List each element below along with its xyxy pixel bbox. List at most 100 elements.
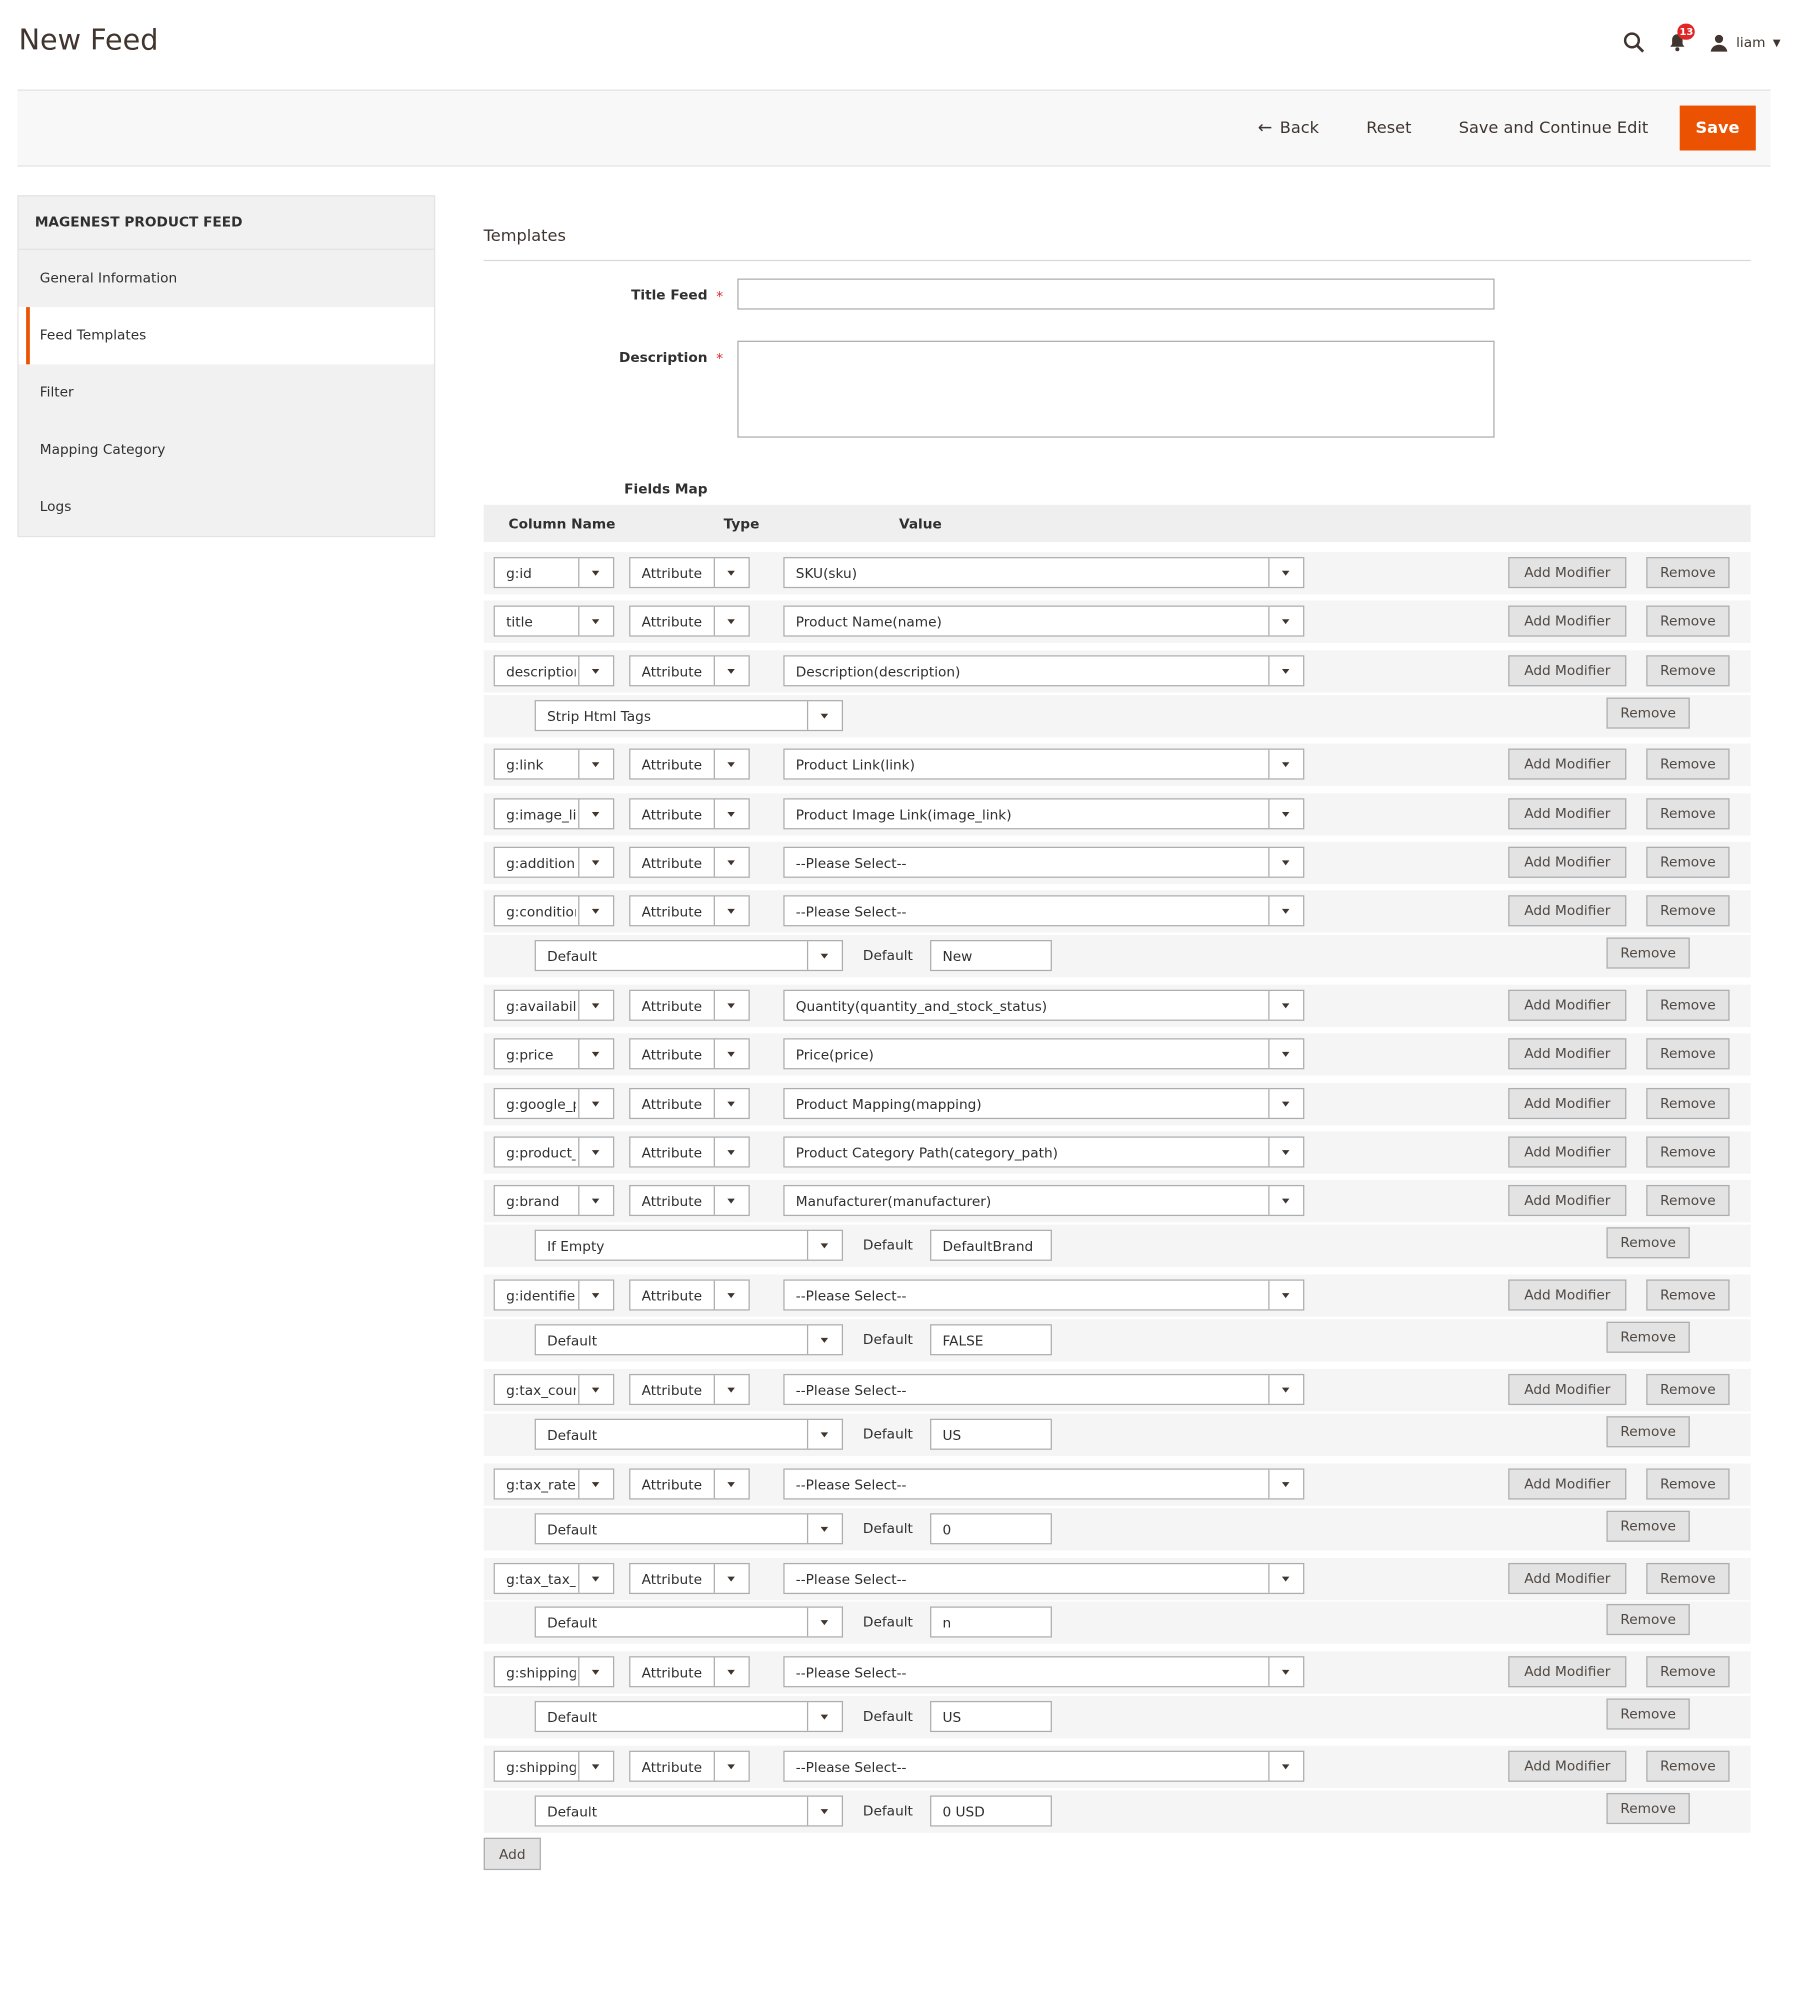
add-modifier-button[interactable]: Add Modifier <box>1508 1087 1627 1119</box>
add-modifier-button[interactable]: Add Modifier <box>1508 1373 1627 1405</box>
type-select[interactable]: Attribute <box>629 654 750 686</box>
value-select[interactable]: --Please Select-- <box>783 1279 1305 1311</box>
type-select[interactable]: Attribute <box>629 797 750 829</box>
modifier-default-input[interactable]: US <box>930 1701 1052 1733</box>
add-modifier-button[interactable]: Add Modifier <box>1508 654 1627 686</box>
remove-field-button[interactable]: Remove <box>1646 797 1730 829</box>
remove-modifier-button[interactable]: Remove <box>1606 1415 1690 1448</box>
back-button[interactable]: ← Back <box>1234 106 1343 151</box>
remove-modifier-button[interactable]: Remove <box>1606 1510 1690 1542</box>
remove-modifier-button[interactable]: Remove <box>1606 1321 1690 1353</box>
value-select[interactable]: --Please Select-- <box>783 1562 1305 1594</box>
remove-field-button[interactable]: Remove <box>1646 1562 1730 1594</box>
value-select[interactable]: --Please Select-- <box>783 1750 1305 1782</box>
remove-modifier-button[interactable]: Remove <box>1606 1792 1690 1825</box>
remove-field-button[interactable]: Remove <box>1646 895 1730 927</box>
save-and-continue-button[interactable]: Save and Continue Edit <box>1435 106 1672 151</box>
value-select[interactable]: SKU(sku) <box>783 557 1305 589</box>
value-select[interactable]: Product Link(link) <box>783 749 1305 781</box>
remove-field-button[interactable]: Remove <box>1646 1468 1730 1500</box>
modifier-type-select[interactable]: Default <box>534 1701 844 1733</box>
type-select[interactable]: Attribute <box>629 1562 750 1594</box>
column-name-select[interactable]: g:availability <box>493 989 615 1021</box>
add-modifier-button[interactable]: Add Modifier <box>1508 1562 1627 1594</box>
value-select[interactable]: Quantity(quantity_and_stock_status) <box>783 989 1305 1021</box>
modifier-type-select[interactable]: Default <box>534 940 844 972</box>
column-name-select[interactable]: g:link <box>493 749 615 781</box>
value-select[interactable]: Product Mapping(mapping) <box>783 1087 1305 1119</box>
sidebar-item-feed-templates[interactable]: Feed Templates <box>18 307 434 365</box>
add-modifier-button[interactable]: Add Modifier <box>1508 1038 1627 1070</box>
type-select[interactable]: Attribute <box>629 605 750 637</box>
column-name-select[interactable]: g:brand <box>493 1185 615 1217</box>
modifier-default-input[interactable]: n <box>930 1606 1052 1639</box>
column-name-select[interactable]: g:additional_image_link <box>493 846 615 878</box>
add-modifier-button[interactable]: Add Modifier <box>1508 749 1627 781</box>
modifier-type-select[interactable]: Default <box>534 1324 844 1356</box>
save-button[interactable]: Save <box>1679 105 1756 151</box>
add-modifier-button[interactable]: Add Modifier <box>1508 1136 1627 1168</box>
modifier-type-select[interactable]: Strip Html Tags <box>534 699 844 731</box>
type-select[interactable]: Attribute <box>629 1038 750 1070</box>
type-select[interactable]: Attribute <box>629 1185 750 1217</box>
column-name-select[interactable]: title <box>493 605 615 637</box>
remove-field-button[interactable]: Remove <box>1646 1185 1730 1217</box>
type-select[interactable]: Attribute <box>629 1750 750 1782</box>
modifier-type-select[interactable]: Default <box>534 1606 844 1639</box>
add-modifier-button[interactable]: Add Modifier <box>1508 1279 1627 1311</box>
sidebar-item-logs[interactable]: Logs <box>19 479 434 536</box>
type-select[interactable]: Attribute <box>629 1087 750 1119</box>
column-name-select[interactable]: g:google_product_category <box>493 1087 615 1119</box>
sidebar-item-filter[interactable]: Filter <box>19 364 434 421</box>
type-select[interactable]: Attribute <box>629 1373 750 1405</box>
add-modifier-button[interactable]: Add Modifier <box>1508 1750 1627 1782</box>
add-modifier-button[interactable]: Add Modifier <box>1508 605 1627 637</box>
column-name-select[interactable]: g:tax_rate <box>493 1468 615 1500</box>
modifier-type-select[interactable]: Default <box>534 1512 844 1544</box>
type-select[interactable]: Attribute <box>629 1279 750 1311</box>
remove-field-button[interactable]: Remove <box>1646 557 1730 589</box>
remove-field-button[interactable]: Remove <box>1646 1750 1730 1782</box>
add-modifier-button[interactable]: Add Modifier <box>1508 846 1627 878</box>
remove-field-button[interactable]: Remove <box>1646 1279 1730 1311</box>
add-modifier-button[interactable]: Add Modifier <box>1508 1656 1627 1688</box>
value-select[interactable]: Product Category Path(category_path) <box>783 1136 1305 1168</box>
type-select[interactable]: Attribute <box>629 1468 750 1500</box>
remove-modifier-button[interactable]: Remove <box>1606 937 1690 969</box>
remove-field-button[interactable]: Remove <box>1646 654 1730 686</box>
modifier-default-input[interactable]: 0 USD <box>930 1795 1052 1827</box>
add-modifier-button[interactable]: Add Modifier <box>1508 1185 1627 1217</box>
column-name-select[interactable]: g:id <box>493 557 615 589</box>
reset-button[interactable]: Reset <box>1343 106 1435 151</box>
remove-modifier-button[interactable]: Remove <box>1606 1227 1690 1259</box>
value-select[interactable]: --Please Select-- <box>783 895 1305 927</box>
search-icon[interactable] <box>1623 31 1645 53</box>
remove-field-button[interactable]: Remove <box>1646 1656 1730 1688</box>
sidebar-item-mapping-category[interactable]: Mapping Category <box>19 422 434 479</box>
value-select[interactable]: Price(price) <box>783 1038 1305 1070</box>
remove-field-button[interactable]: Remove <box>1646 1373 1730 1405</box>
value-select[interactable]: --Please Select-- <box>783 846 1305 878</box>
remove-field-button[interactable]: Remove <box>1646 749 1730 781</box>
modifier-type-select[interactable]: Default <box>534 1795 844 1827</box>
modifier-default-input[interactable]: DefaultBrand <box>930 1229 1052 1262</box>
modifier-default-input[interactable]: New <box>930 940 1052 972</box>
column-name-select[interactable]: g:tax_country <box>493 1373 615 1405</box>
sidebar-item-general-information[interactable]: General Information <box>19 250 434 307</box>
type-select[interactable]: Attribute <box>629 557 750 589</box>
add-modifier-button[interactable]: Add Modifier <box>1508 557 1627 589</box>
column-name-select[interactable]: g:condition <box>493 895 615 927</box>
value-select[interactable]: Manufacturer(manufacturer) <box>783 1185 1305 1217</box>
modifier-type-select[interactable]: Default <box>534 1418 844 1450</box>
notifications-bell-icon[interactable]: 13 <box>1668 23 1696 52</box>
description-textarea[interactable] <box>737 340 1495 438</box>
remove-field-button[interactable]: Remove <box>1646 1136 1730 1168</box>
modifier-default-input[interactable]: 0 <box>930 1512 1052 1544</box>
type-select[interactable]: Attribute <box>629 846 750 878</box>
type-select[interactable]: Attribute <box>629 895 750 927</box>
column-name-select[interactable]: g:tax_tax_ship <box>493 1562 615 1594</box>
column-name-select[interactable]: g:shipping_price <box>493 1750 615 1782</box>
title-feed-input[interactable] <box>737 278 1495 310</box>
type-select[interactable]: Attribute <box>629 989 750 1021</box>
modifier-type-select[interactable]: If Empty <box>534 1229 844 1262</box>
